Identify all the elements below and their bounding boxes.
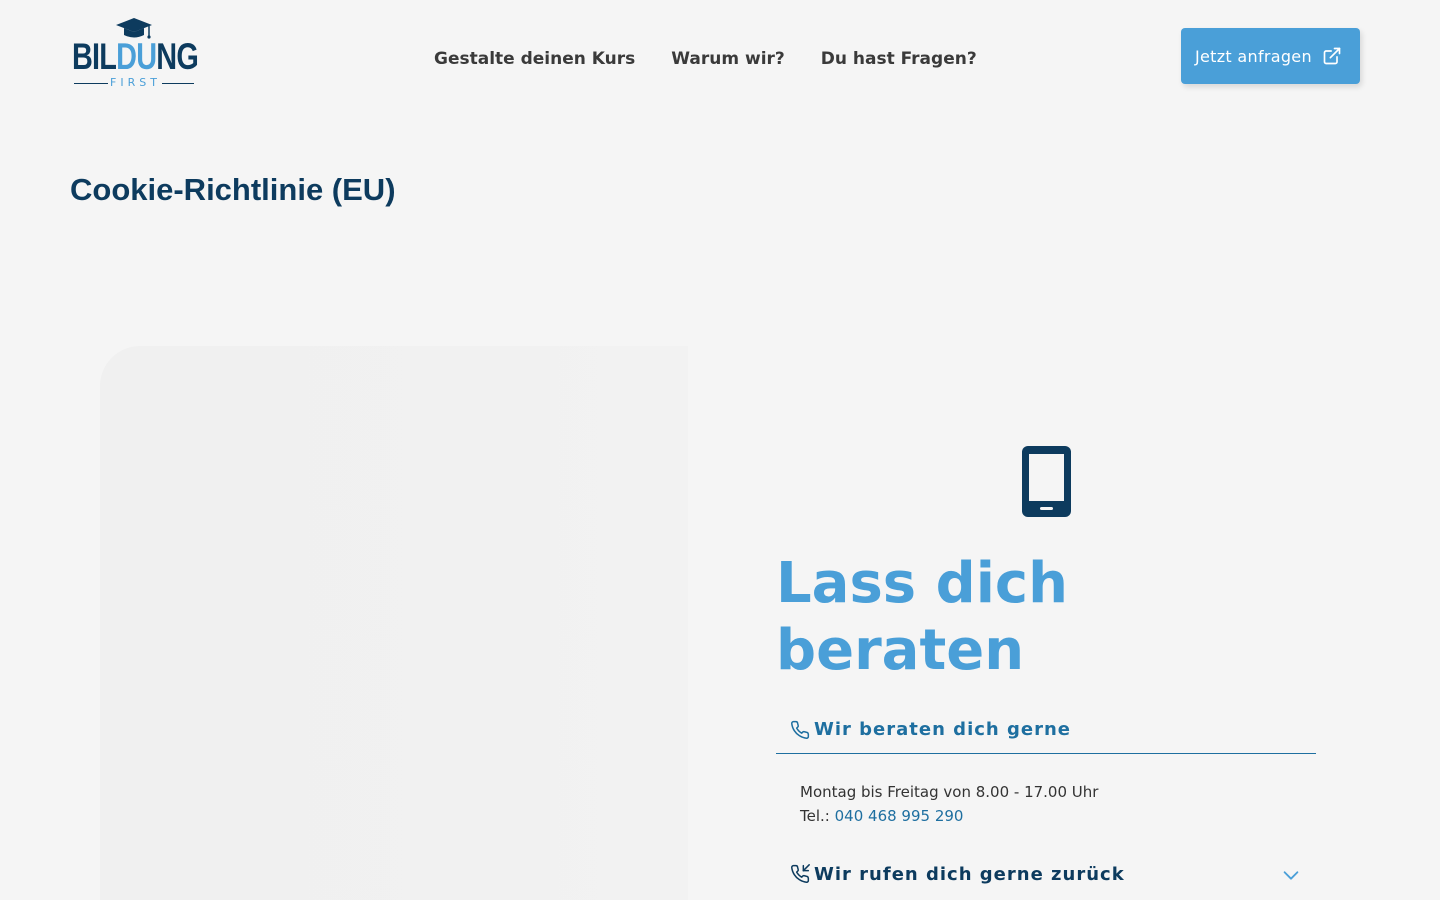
jetzt-anfragen-button[interactable]: Jetzt anfragen [1181,28,1360,84]
accordion-beraten-title: Wir beraten dich gerne [814,719,1071,740]
tel-number-link[interactable]: 040 468 995 290 [835,807,964,825]
contact-heading-line2: beraten [776,618,1025,683]
accordion-rueckruf-header[interactable]: Wir rufen dich gerne zurück [776,850,1316,898]
accordion-beraten-content: Montag bis Freitag von 8.00 - 17.00 Uhr … [800,780,1098,828]
nav-link-gestalte-kurs[interactable]: Gestalte deinen Kurs [434,46,635,72]
smartphone-icon [1022,446,1071,517]
logo-wordmark: BILDUNG [72,36,199,77]
site-header: BILDUNG FIRST Gestalte deinen Kurs Warum… [0,0,1440,110]
opening-hours: Montag bis Freitag von 8.00 - 17.00 Uhr [800,783,1099,801]
contact-heading: Lass dich beraten [776,550,1196,684]
tel-label: Tel.: [800,807,830,825]
image-panel [100,346,688,900]
external-link-icon [1323,47,1341,65]
contact-heading-line1: Lass dich [776,551,1068,616]
main-nav: Gestalte deinen Kurs Warum wir? Du hast … [434,46,977,72]
phone-callback-icon [791,864,810,883]
page-title: Cookie-Richtlinie (EU) [70,172,396,207]
cta-label: Jetzt anfragen [1195,46,1312,66]
telephone-line: Tel.: 040 468 995 290 [800,804,1098,828]
bildung-first-logo[interactable]: BILDUNG FIRST [72,16,199,92]
nav-link-fragen[interactable]: Du hast Fragen? [821,46,977,72]
phone-icon [791,720,810,739]
nav-link-warum-wir[interactable]: Warum wir? [671,46,785,72]
logo-subtitle: FIRST [74,76,194,90]
chevron-down-icon[interactable] [1280,864,1302,886]
accordion-rueckruf-title: Wir rufen dich gerne zurück [814,863,1125,885]
accordion-beraten-header[interactable]: Wir beraten dich gerne [776,706,1316,754]
